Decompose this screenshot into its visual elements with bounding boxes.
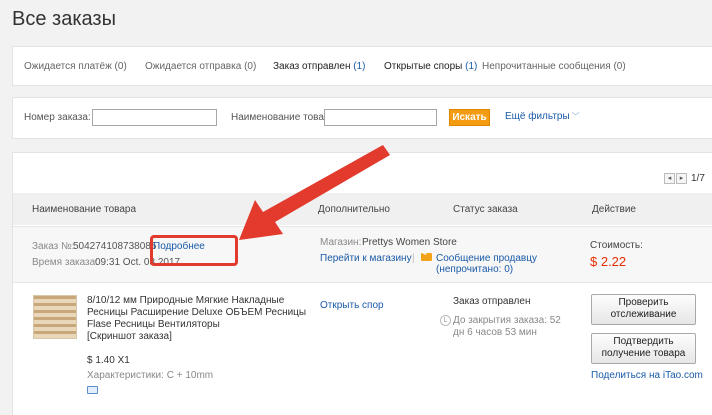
- tab-count: (0): [613, 61, 626, 72]
- next-page-button[interactable]: ▸: [676, 173, 687, 184]
- order-number-label: Номер заказа:: [24, 112, 91, 123]
- tab-count: (0): [114, 61, 127, 72]
- shop-label: Магазин:: [320, 237, 362, 248]
- tab-label: Заказ отправлен: [273, 61, 351, 72]
- clock-icon: [440, 315, 451, 326]
- page-title: Все заказы: [12, 8, 116, 30]
- item-characteristics: Характеристики: C + 10mm: [87, 370, 214, 381]
- prev-page-button[interactable]: ◂: [664, 173, 675, 184]
- pagination: ◂ ▸ 1/7: [664, 173, 705, 184]
- search-button[interactable]: Искать: [449, 109, 490, 126]
- more-filters-link[interactable]: Ещё фильтры ﹀: [505, 111, 580, 122]
- open-dispute-link[interactable]: Открыть спор: [320, 300, 384, 311]
- cost-label: Стоимость:: [590, 240, 643, 251]
- tab-awaiting-payment[interactable]: Ожидается платёж (0): [24, 61, 127, 72]
- message-envelope-icon: [421, 253, 432, 261]
- page-indicator: 1/7: [691, 173, 705, 184]
- order-number-input[interactable]: [92, 109, 217, 126]
- filter-bar: Номер заказа: Наименование товара: Искат…: [12, 97, 712, 139]
- tab-awaiting-shipment[interactable]: Ожидается отправка (0): [145, 61, 256, 72]
- separator: |: [412, 253, 415, 264]
- order-number-value: 504274108738085: [73, 241, 157, 252]
- tab-count: (0): [244, 61, 257, 72]
- share-link[interactable]: Поделиться на iTao.com: [591, 370, 703, 381]
- order-status-tabs: Ожидается платёж (0) Ожидается отправка …: [12, 46, 712, 86]
- order-number-label: Заказ №:: [32, 241, 75, 252]
- button-label-line: Подтвердить: [613, 336, 674, 347]
- header-additional: Дополнительно: [318, 204, 390, 215]
- button-label-line: отслеживание: [610, 309, 677, 320]
- shipment-status: Заказ отправлен: [453, 296, 531, 307]
- header-status: Статус заказа: [453, 204, 518, 215]
- order-snapshot-link[interactable]: [Скриншот заказа]: [87, 331, 312, 343]
- product-title-line: 8/10/12 мм Природные Мягкие Накладные: [87, 295, 285, 306]
- orders-table-header: Наименование товара Дополнительно Статус…: [13, 193, 712, 225]
- closing-countdown-line1: До закрытия заказа: 52: [453, 315, 561, 326]
- check-tracking-button[interactable]: Проверить отслеживание: [591, 294, 696, 325]
- go-to-shop-link[interactable]: Перейти к магазину: [320, 253, 412, 264]
- unread-message-count[interactable]: (непрочитано: 0): [436, 264, 513, 275]
- product-title[interactable]: 8/10/12 мм Природные Мягкие Накладные Ре…: [87, 295, 312, 343]
- message-seller-link[interactable]: Сообщение продавцу: [436, 253, 537, 264]
- shop-name: Prettys Women Store: [362, 237, 457, 248]
- item-price: $ 1.40 X1: [87, 355, 130, 366]
- product-name-input[interactable]: [324, 109, 437, 126]
- chevron-down-icon: ﹀: [571, 112, 580, 121]
- closing-countdown-line2: дн 6 часов 53 мин: [453, 327, 537, 338]
- tab-label: Ожидается платёж: [24, 61, 112, 72]
- product-thumbnail[interactable]: [33, 295, 77, 339]
- more-filters-label: Ещё фильтры: [505, 111, 570, 122]
- order-time-label: Время заказа:: [32, 257, 98, 268]
- button-label-line: получение товара: [601, 348, 686, 359]
- order-cost: $ 2.22: [590, 254, 627, 269]
- tab-count: (1): [353, 61, 366, 72]
- tab-label: Открытые споры: [384, 61, 463, 72]
- annotation-highlight-box: [150, 235, 238, 266]
- tab-unread-messages[interactable]: Непрочитанные сообщения (0): [482, 61, 626, 72]
- product-name-label: Наименование товара:: [231, 112, 338, 123]
- button-label-line: Проверить: [618, 297, 669, 308]
- tab-order-shipped[interactable]: Заказ отправлен (1): [273, 61, 366, 72]
- confirm-receipt-button[interactable]: Подтвердить получение товара: [591, 333, 696, 364]
- product-title-line: Flase Ресницы Вентиляторы: [87, 319, 220, 330]
- tab-open-disputes[interactable]: Открытые споры (1): [384, 61, 477, 72]
- tab-count: (1): [465, 61, 478, 72]
- header-action: Действие: [592, 204, 636, 215]
- snapshot-icon[interactable]: [87, 386, 98, 394]
- header-product: Наименование товара: [32, 204, 137, 215]
- tab-label: Ожидается отправка: [145, 61, 242, 72]
- tab-label: Непрочитанные сообщения: [482, 61, 611, 72]
- product-title-line: Ресницы Расширение Deluxe ОБЪЕМ Ресницы: [87, 307, 307, 318]
